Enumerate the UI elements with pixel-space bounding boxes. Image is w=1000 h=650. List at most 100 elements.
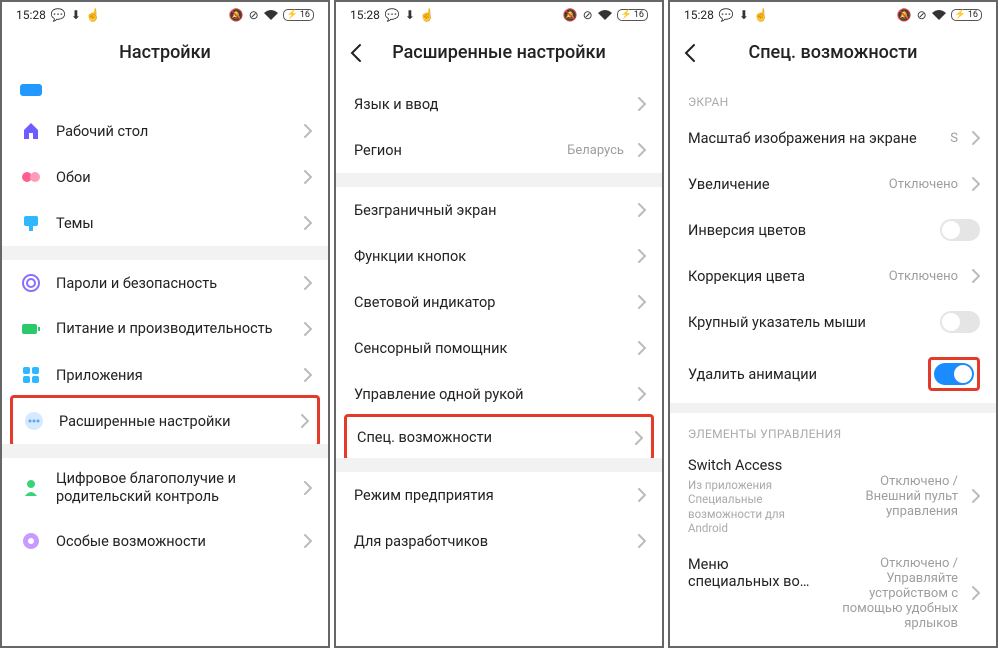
chevron-right-icon (635, 431, 643, 445)
header: Настройки (2, 24, 328, 81)
chevron-right-icon (304, 276, 312, 290)
list-item-developer[interactable]: Для разработчиков (336, 518, 662, 564)
advanced-list: Язык и ввод Регион Беларусь Безграничный… (336, 81, 662, 646)
list-item-cut[interactable]: Уведомления (2, 81, 328, 108)
toggle-switch[interactable] (940, 311, 980, 333)
status-bar: 15:28 💬 ⬇ ☝ 🔕 ⊘ ⚡16 (336, 2, 662, 24)
phone-screen-advanced: 15:28 💬 ⬇ ☝ 🔕 ⊘ ⚡16 Расширенные настройк… (334, 0, 664, 648)
subtitle: Из приложения Специальные возможности дл… (688, 478, 814, 536)
wellbeing-icon (20, 477, 42, 499)
list-item-enterprise[interactable]: Режим предприятия (336, 472, 662, 518)
back-button[interactable] (684, 43, 696, 63)
list-item-desktop[interactable]: Рабочий стол (2, 108, 328, 154)
fingerprint-icon (20, 272, 42, 294)
chevron-right-icon (638, 97, 646, 111)
download-icon: ⬇ (739, 8, 749, 22)
list-item-color-inversion[interactable]: Инверсия цветов (670, 207, 996, 253)
list-item-power[interactable]: Питание и производительность (2, 306, 328, 352)
status-time: 15:28 (684, 8, 714, 22)
more-icon (23, 410, 45, 432)
list-item-language[interactable]: Язык и ввод (336, 81, 662, 127)
list-item-wellbeing[interactable]: Цифровое благополучие и родительский кон… (2, 458, 328, 518)
download-icon: ⬇ (405, 8, 415, 22)
chevron-right-icon (972, 131, 980, 145)
battery-indicator: ⚡16 (617, 9, 648, 21)
chevron-right-icon (638, 488, 646, 502)
wifi-icon (264, 10, 278, 20)
page-title: Спец. возможности (749, 42, 918, 63)
list-item-a11y-menu[interactable]: Меню специальных во… Отключено / Управля… (670, 546, 996, 641)
chat-icon: 💬 (51, 8, 66, 22)
battery-indicator: ⚡16 (283, 9, 314, 21)
chevron-right-icon (638, 249, 646, 263)
chevron-right-icon (638, 341, 646, 355)
chevron-right-icon (301, 414, 309, 428)
list-item-wallpaper[interactable]: Обои (2, 154, 328, 200)
list-item-buttons[interactable]: Функции кнопок (336, 233, 662, 279)
list-item-apps[interactable]: Приложения (2, 352, 328, 398)
toggle-switch[interactable] (934, 363, 974, 385)
list-item-onehand[interactable]: Управление одной рукой (336, 371, 662, 417)
divider (2, 444, 328, 458)
battery-icon (20, 318, 42, 340)
page-title: Расширенные настройки (392, 42, 606, 63)
chevron-right-icon (304, 368, 312, 382)
list-item-security[interactable]: Пароли и безопасность (2, 260, 328, 306)
download-icon: ⬇ (71, 8, 81, 22)
divider (336, 458, 662, 472)
divider (2, 246, 328, 260)
chevron-right-icon (638, 534, 646, 548)
wifi-icon (932, 10, 946, 20)
status-bar: 15:28 💬 ⬇ ☝ 🔕 ⊘ ⚡16 (670, 2, 996, 24)
wifi-icon (598, 10, 612, 20)
dnd-icon: 🔕 (229, 8, 244, 22)
status-time: 15:28 (16, 8, 46, 22)
dnd-icon: 🔕 (563, 8, 578, 22)
status-bar: 15:28 💬 ⬇ ☝ 🔕 ⊘ ⚡16 (2, 2, 328, 24)
notifications-icon (20, 84, 42, 96)
region-value: Беларусь (567, 143, 624, 158)
phone-screen-accessibility: 15:28 💬 ⬇ ☝ 🔕 ⊘ ⚡16 Спец. возможности ЭК… (668, 0, 998, 648)
list-item-region[interactable]: Регион Беларусь (336, 127, 662, 173)
chevron-right-icon (304, 216, 312, 230)
chevron-right-icon (638, 387, 646, 401)
list-item-switch-access[interactable]: Switch Access Из приложения Специальные … (670, 447, 996, 546)
misc-icon: ☝ (420, 8, 435, 22)
chat-icon: 💬 (719, 8, 734, 22)
chevron-right-icon (638, 203, 646, 217)
list-item-remove-animations[interactable]: Удалить анимации (670, 345, 996, 403)
list-item-display-scale[interactable]: Масштаб изображения на экране S (670, 115, 996, 161)
list-item-magnification[interactable]: Увеличение Отключено (670, 161, 996, 207)
chevron-right-icon (972, 177, 980, 191)
header: Расширенные настройки (336, 24, 662, 81)
accessibility-list: ЭКРАН Масштаб изображения на экране S Ув… (670, 81, 996, 646)
chevron-right-icon (638, 143, 646, 157)
battery-indicator: ⚡16 (951, 9, 982, 21)
list-item-quickball[interactable]: Сенсорный помощник (336, 325, 662, 371)
chevron-right-icon (304, 481, 312, 495)
themes-icon (20, 212, 42, 234)
sim-icon: ⊘ (583, 8, 593, 22)
list-item-themes[interactable]: Темы (2, 200, 328, 246)
section-header-controls: ЭЛЕМЕНТЫ УПРАВЛЕНИЯ (670, 413, 996, 447)
highlight-box (928, 357, 980, 391)
chevron-right-icon (304, 322, 312, 336)
list-item-color-correction[interactable]: Коррекция цвета Отключено (670, 253, 996, 299)
status-time: 15:28 (350, 8, 380, 22)
list-item-accessibility[interactable]: Особые возможности (2, 518, 328, 564)
list-item-accessibility[interactable]: Спец. возможности (344, 414, 654, 461)
phone-screen-settings: 15:28 💬 ⬇ ☝ 🔕 ⊘ ⚡16 Настройки Уведомлени… (0, 0, 330, 648)
header: Спец. возможности (670, 24, 996, 81)
settings-list: Уведомления Рабочий стол Обои Темы Парол… (2, 81, 328, 646)
page-title: Настройки (119, 42, 211, 63)
back-button[interactable] (350, 43, 362, 63)
list-item-led[interactable]: Световой индикатор (336, 279, 662, 325)
list-item-fullscreen[interactable]: Безграничный экран (336, 187, 662, 233)
toggle-switch[interactable] (940, 219, 980, 241)
list-item-large-pointer[interactable]: Крупный указатель мыши (670, 299, 996, 345)
gear-icon (20, 530, 42, 552)
sim-icon: ⊘ (917, 8, 927, 22)
dnd-icon: 🔕 (897, 8, 912, 22)
list-item-advanced-settings[interactable]: Расширенные настройки (10, 395, 320, 447)
chevron-right-icon (972, 586, 980, 600)
